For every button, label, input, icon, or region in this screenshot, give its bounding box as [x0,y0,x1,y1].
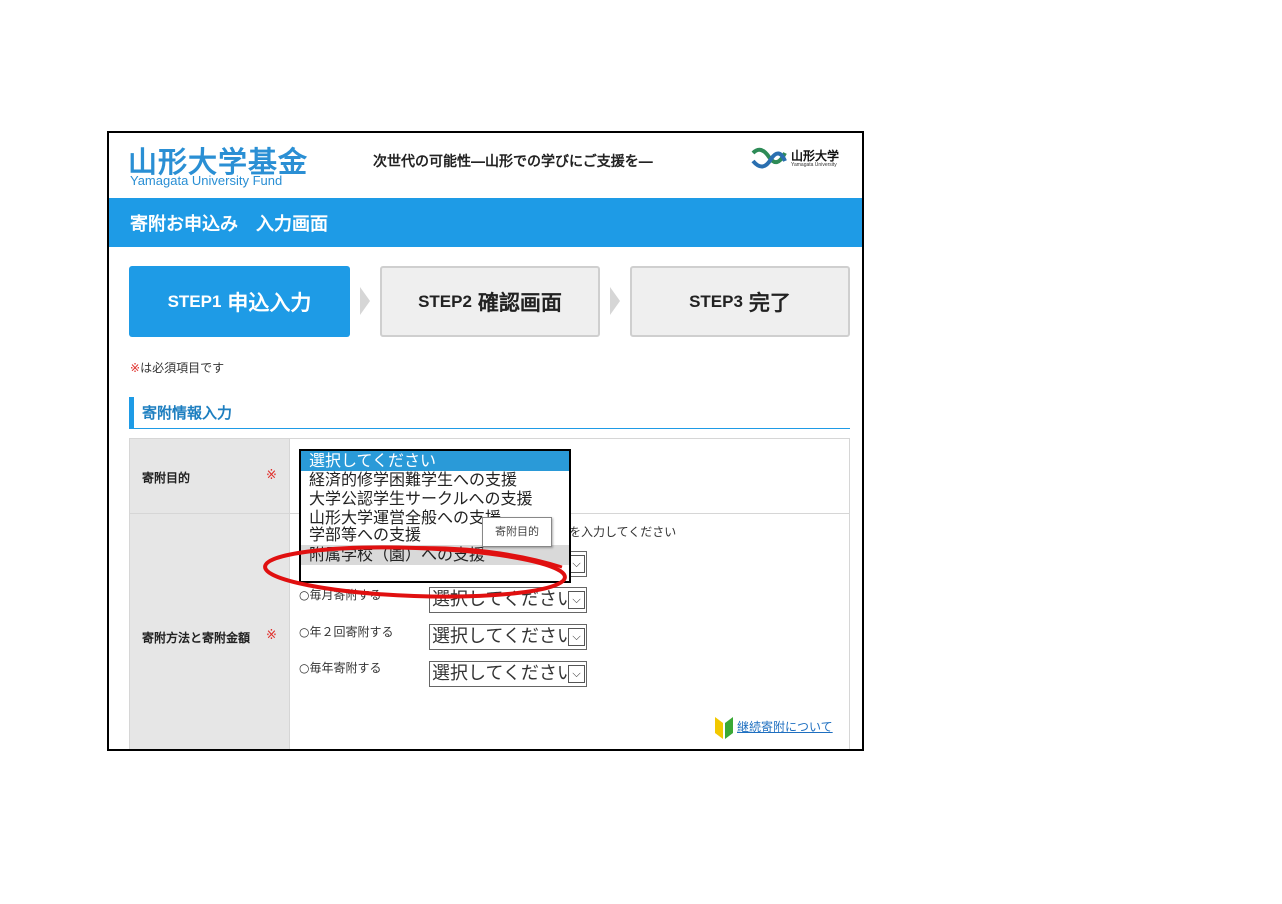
amount-select-biannual[interactable]: 選択してください ⌵ [429,624,587,650]
step-3: STEP3 完了 [630,266,850,337]
radio-yearly[interactable]: ○毎年寄附する [299,659,382,676]
step-2-label: 確認画面 [477,290,562,315]
amount-select-yearly[interactable]: 選択してください ⌵ [429,661,587,687]
dropdown-option[interactable]: 大学公認学生サークルへの支援 [301,489,569,509]
dropdown-option[interactable]: 経済的修学困難学生への支援 [301,470,569,490]
page-title: 寄附お申込み 入力画面 [130,214,328,235]
beginner-leaf-icon [715,717,733,739]
chevron-down-icon: ⌵ [568,628,585,646]
chevron-down-icon: ⌵ [568,665,585,683]
radio-biannual[interactable]: ○年２回寄附する [299,623,394,640]
fund-logo-english: Yamagata University Fund [130,173,283,188]
step-arrow-icon [610,287,620,315]
browser-frame: 山形大学基金 Yamagata University Fund 次世代の可能性―… [107,131,864,751]
step-2: STEP2 確認画面 [380,266,600,337]
amount-hint: を入力してください [569,525,677,539]
university-name-english: Yamagata University [791,162,837,168]
method-required-mark: ※ [266,628,277,643]
dropdown-option[interactable]: 選択してください [301,451,569,471]
red-annotation-ellipse [263,545,567,599]
university-mark-icon [751,147,787,169]
purpose-label: 寄附目的 [142,471,191,485]
continuing-donation-link[interactable]: 継続寄附について [737,718,833,735]
radio-biannual-label: 年２回寄附する [309,625,394,639]
step-1: STEP1 申込入力 [129,266,350,337]
page-title-bar: 寄附お申込み 入力画面 [109,198,862,247]
required-note-text: は必須項目です [140,361,225,375]
step-3-label: 完了 [748,290,791,315]
step-3-number: STEP3 [689,291,743,311]
tooltip: 寄附目的 [482,517,552,547]
tagline: 次世代の可能性―山形での学びにご支援を― [373,154,653,170]
step-1-number: STEP1 [167,291,222,311]
step-2-number: STEP2 [418,291,472,311]
university-logo[interactable]: 山形大学 Yamagata University [749,143,854,175]
radio-yearly-label: 毎年寄附する [309,661,382,675]
section-title: 寄附情報入力 [129,397,850,429]
purpose-required-mark: ※ [266,468,277,483]
site-header: 山形大学基金 Yamagata University Fund 次世代の可能性―… [109,133,862,198]
step-arrow-icon [360,287,370,315]
amount-select-yearly-value: 選択してください [432,663,575,684]
amount-select-biannual-value: 選択してください [432,626,575,647]
required-note: ※は必須項目です [130,359,224,376]
required-mark: ※ [130,361,141,375]
method-label: 寄附方法と寄附金額 [142,631,251,645]
step-1-label: 申込入力 [227,290,312,315]
section-title-text: 寄附情報入力 [142,404,233,422]
